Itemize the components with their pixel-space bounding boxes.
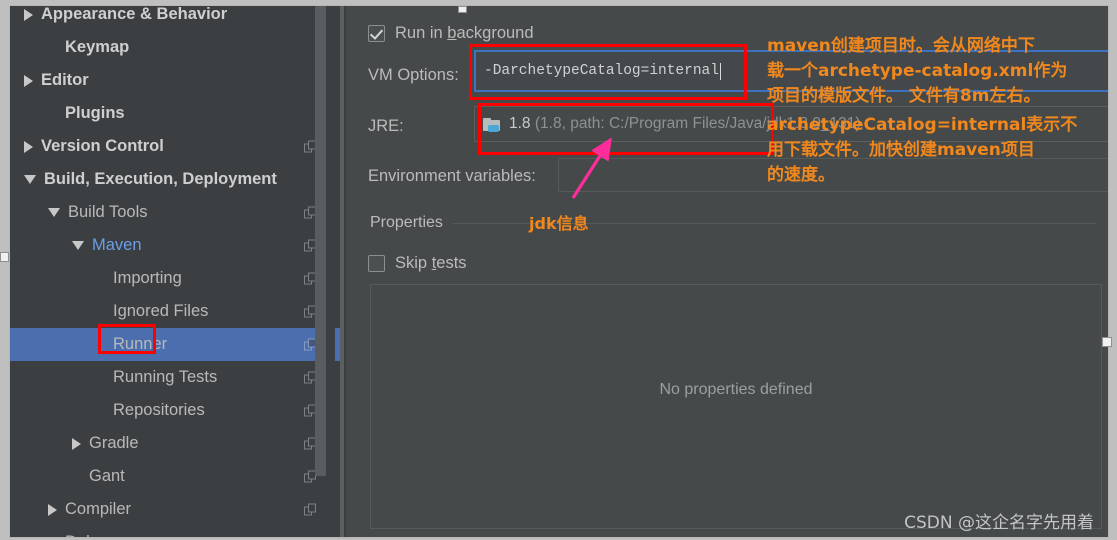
settings-tree[interactable]: Appearance & Behavior Keymap Editor Plugins… — [10, 6, 344, 537]
sidebar-item-build-execution-deployment[interactable]: Build, Execution, Deployment — [10, 163, 344, 196]
sidebar-item-debugger[interactable]: Debugger — [10, 526, 344, 537]
sidebar-item-running-tests[interactable]: Running Tests — [10, 361, 344, 394]
sidebar-item-label: Appearance & Behavior — [41, 6, 228, 23]
sidebar-item-label: Running Tests — [113, 368, 218, 386]
csdn-watermark: CSDN @这企名字先用着 — [904, 513, 1094, 533]
properties-section-title: Properties — [370, 214, 443, 231]
properties-section-header: Properties — [370, 214, 1096, 232]
sidebar-scrollbar-thumb[interactable] — [315, 6, 326, 476]
sidebar-item-label: Importing — [113, 269, 182, 287]
skip-tests-checkbox[interactable] — [368, 255, 385, 272]
chevron-right-icon[interactable] — [24, 8, 33, 21]
sidebar-item-label: Editor — [41, 71, 89, 89]
chevron-down-icon[interactable] — [72, 241, 84, 250]
sidebar-item-label: Ignored Files — [113, 302, 209, 320]
vm-options-value: -DarchetypeCatalog=internal — [484, 63, 719, 79]
annotation-jdk-note: jdk信息 — [529, 214, 589, 233]
copy-settings-icon[interactable] — [304, 503, 317, 516]
window-resize-handle-left[interactable] — [0, 252, 9, 262]
tree-spacer-icon — [48, 47, 57, 48]
tree-spacer-icon — [96, 410, 105, 411]
sidebar-item-repositories[interactable]: Repositories — [10, 394, 344, 427]
window-resize-handle-top[interactable] — [458, 6, 467, 13]
chevron-right-icon[interactable] — [48, 503, 57, 516]
folder-icon — [483, 117, 502, 132]
sidebar-item-label: Plugins — [65, 104, 125, 122]
vm-options-label: VM Options: — [368, 66, 459, 84]
sidebar-item-label: Version Control — [41, 137, 164, 155]
sidebar-item-label: Build, Execution, Deployment — [44, 170, 277, 188]
properties-table[interactable]: No properties defined — [370, 284, 1102, 529]
tree-spacer-icon — [48, 113, 57, 114]
environment-variables-label: Environment variables: — [368, 167, 536, 185]
environment-variables-label-row: Environment variables: — [368, 167, 536, 186]
sidebar-scrollbar-track[interactable] — [315, 6, 335, 537]
jre-label: JRE: — [368, 117, 404, 135]
annotation-note-top: maven创建项目时。会从网络中下 载一个archetype-catalog.x… — [767, 36, 1068, 106]
run-in-background-checkbox[interactable] — [368, 25, 385, 42]
sidebar-item-label: Debugger — [65, 533, 137, 537]
tree-spacer-icon — [96, 377, 105, 378]
tree-spacer-icon — [72, 476, 81, 477]
chevron-right-icon[interactable] — [48, 536, 57, 537]
sidebar-item-gant[interactable]: Gant — [10, 460, 344, 493]
sidebar-item-label: Build Tools — [68, 203, 148, 221]
settings-tree-sidebar[interactable]: Appearance & Behavior Keymap Editor Plugins… — [10, 6, 344, 537]
sidebar-item-build-tools[interactable]: Build Tools — [10, 196, 344, 229]
sidebar-item-importing[interactable]: Importing — [10, 262, 344, 295]
sidebar-item-label: Keymap — [65, 38, 130, 56]
run-in-background-row[interactable]: Run in background — [368, 24, 534, 43]
sidebar-item-label: Gradle — [89, 434, 139, 452]
sidebar-item-label: Repositories — [113, 401, 205, 419]
sidebar-item-label: Maven — [92, 236, 142, 254]
jre-label-row: JRE: — [368, 117, 404, 136]
screenshot-root: Appearance & Behavior Keymap Editor Plugins… — [0, 0, 1117, 540]
sidebar-item-runner[interactable]: Runner — [10, 328, 344, 361]
tree-spacer-icon — [96, 311, 105, 312]
settings-window: Appearance & Behavior Keymap Editor Plugins… — [9, 5, 1109, 538]
sidebar-main-divider[interactable] — [340, 6, 344, 537]
annotation-note-bottom: archetypeCatalog=internal表示不 用下载文件。加快创建m… — [767, 115, 1078, 185]
sidebar-item-label: Gant — [89, 467, 125, 485]
sidebar-item-keymap[interactable]: Keymap — [10, 31, 344, 64]
sidebar-item-appearance-behavior[interactable]: Appearance & Behavior — [10, 6, 344, 31]
chevron-right-icon[interactable] — [24, 140, 33, 153]
run-in-background-label: Run in background — [395, 24, 534, 42]
sidebar-item-version-control[interactable]: Version Control — [10, 130, 344, 163]
chevron-down-icon[interactable] — [48, 208, 60, 217]
chevron-down-icon[interactable] — [24, 175, 36, 184]
tree-spacer-icon — [96, 344, 105, 345]
sidebar-item-plugins[interactable]: Plugins — [10, 97, 344, 130]
sidebar-item-maven[interactable]: Maven — [10, 229, 344, 262]
sidebar-item-label: Runner — [113, 335, 168, 353]
vm-options-label-row: VM Options: — [368, 66, 459, 85]
skip-tests-row[interactable]: Skip tests — [368, 254, 467, 273]
sidebar-item-compiler[interactable]: Compiler — [10, 493, 344, 526]
chevron-right-icon[interactable] — [24, 74, 33, 87]
sidebar-item-ignored-files[interactable]: Ignored Files — [10, 295, 344, 328]
sidebar-item-gradle[interactable]: Gradle — [10, 427, 344, 460]
properties-empty-message: No properties defined — [659, 381, 813, 398]
tree-spacer-icon — [96, 278, 105, 279]
window-resize-handle-right[interactable] — [1102, 337, 1112, 347]
sidebar-item-editor[interactable]: Editor — [10, 64, 344, 97]
sidebar-item-label: Compiler — [65, 500, 132, 518]
skip-tests-label: Skip tests — [395, 254, 467, 272]
text-caret — [719, 62, 721, 80]
chevron-right-icon[interactable] — [72, 437, 81, 450]
